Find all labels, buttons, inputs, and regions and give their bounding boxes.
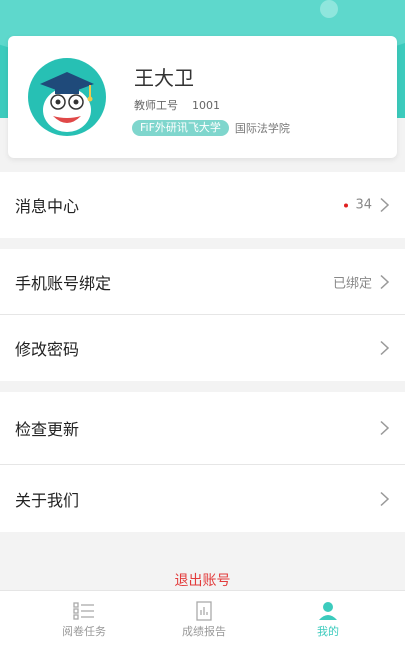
menu-item-check-update[interactable]: 检查更新	[0, 392, 405, 465]
section-account: 手机账号绑定 已绑定 修改密码	[0, 249, 405, 381]
section-messages: 消息中心 34	[0, 172, 405, 238]
department-text: 国际法学院	[234, 122, 290, 135]
header-decoration-dot	[320, 0, 338, 18]
list-icon	[73, 602, 94, 620]
school-badge: FiF外研讯飞大学	[132, 120, 229, 136]
menu-item-change-password[interactable]: 修改密码	[0, 315, 405, 381]
unread-dot	[344, 203, 349, 207]
user-name: 王大卫	[134, 66, 194, 90]
tab-report[interactable]: 成绩报告	[176, 601, 232, 639]
check-update-label: 检查更新	[15, 420, 80, 439]
chevron-right-icon	[380, 491, 389, 506]
tab-report-label: 成绩报告	[182, 625, 226, 638]
report-icon	[196, 601, 212, 621]
bind-phone-label: 手机账号绑定	[15, 273, 112, 293]
logout-button[interactable]: 退出账号	[0, 570, 405, 590]
messages-label: 消息中心	[15, 197, 80, 216]
messages-badge: 34	[344, 198, 372, 213]
affiliation: FiF外研讯飞大学 国际法学院	[132, 120, 290, 136]
tab-mine-label: 我的	[317, 625, 339, 638]
menu-item-bind-phone[interactable]: 手机账号绑定 已绑定	[0, 249, 405, 315]
staff-id-label: 教师工号	[134, 99, 178, 112]
chevron-right-icon	[380, 197, 389, 213]
messages-count: 34	[355, 197, 372, 213]
staff-id: 教师工号 1001	[134, 97, 220, 113]
about-label: 关于我们	[15, 490, 80, 510]
section-app: 检查更新 关于我们	[0, 392, 405, 532]
chevron-right-icon	[380, 340, 389, 356]
menu-item-about[interactable]: 关于我们	[0, 465, 405, 532]
change-password-label: 修改密码	[15, 340, 80, 359]
chevron-right-icon	[380, 420, 389, 436]
avatar[interactable]	[28, 58, 106, 136]
tab-read-tasks-label: 阅卷任务	[62, 625, 106, 638]
menu-item-messages[interactable]: 消息中心 34	[0, 172, 405, 238]
tab-mine[interactable]: 我的	[300, 601, 356, 639]
bottom-tab-bar: 阅卷任务 成绩报告 我的	[0, 590, 405, 646]
tab-read-tasks[interactable]: 阅卷任务	[56, 601, 112, 639]
bind-phone-status: 已绑定	[332, 276, 372, 291]
profile-card: 王大卫 教师工号 1001 FiF外研讯飞大学 国际法学院	[8, 36, 397, 158]
staff-id-value: 1001	[192, 99, 220, 112]
user-icon	[319, 602, 337, 620]
chevron-right-icon	[380, 274, 389, 289]
owl-graduate-icon	[40, 72, 94, 132]
